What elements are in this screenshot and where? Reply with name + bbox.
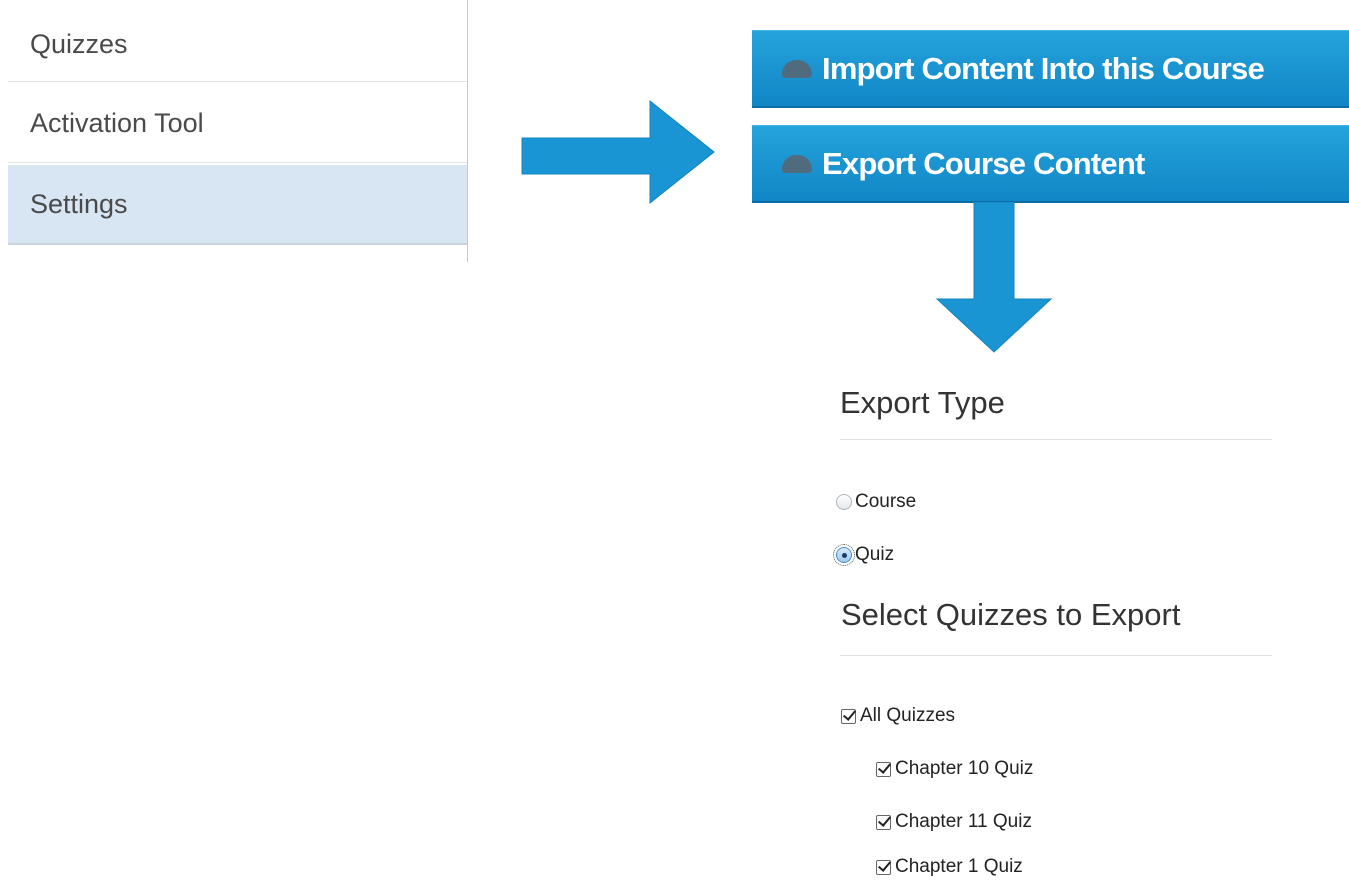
quiz-option[interactable]: Chapter 1 Quiz (876, 853, 1023, 881)
course-nav: Quizzes Activation Tool Settings (8, 0, 468, 262)
all-quizzes-label: All Quizzes (860, 705, 956, 726)
nav-item-quizzes[interactable]: Quizzes (8, 8, 467, 82)
cloud-upload-icon (782, 154, 812, 173)
import-content-label: Import Content Into this Course (822, 50, 1265, 86)
nav-item-settings[interactable]: Settings (8, 165, 467, 245)
course-radio-label: Course (855, 491, 917, 512)
right-arrow-icon (521, 99, 715, 205)
export-type-course-option[interactable]: Course (836, 488, 916, 516)
quiz-checkbox[interactable] (876, 859, 891, 875)
nav-item-activation-tool[interactable]: Activation Tool (8, 85, 467, 163)
quiz-label: Chapter 11 Quiz (895, 811, 1032, 832)
down-arrow-icon (935, 202, 1053, 353)
quiz-radio[interactable] (833, 544, 855, 566)
nav-item-label: Settings (30, 188, 128, 219)
divider (840, 655, 1272, 656)
all-quizzes-option[interactable]: All Quizzes (841, 702, 955, 730)
import-content-button[interactable]: Import Content Into this Course (752, 30, 1349, 108)
all-quizzes-checkbox[interactable] (841, 708, 856, 724)
export-course-content-button[interactable]: Export Course Content (752, 125, 1349, 203)
select-quizzes-heading: Select Quizzes to Export (841, 597, 1181, 632)
quiz-checkbox[interactable] (876, 761, 891, 777)
quiz-label: Chapter 10 Quiz (895, 758, 1034, 779)
quiz-radio-label: Quiz (855, 544, 895, 565)
divider (840, 439, 1272, 440)
course-radio[interactable] (836, 494, 852, 510)
cloud-download-icon (782, 59, 812, 78)
quiz-option[interactable]: Chapter 11 Quiz (876, 808, 1032, 836)
quiz-label: Chapter 1 Quiz (895, 856, 1023, 877)
export-type-quiz-option[interactable]: Quiz (833, 541, 895, 569)
export-course-content-label: Export Course Content (822, 145, 1145, 181)
quiz-option[interactable]: Chapter 10 Quiz (876, 755, 1033, 783)
quiz-checkbox[interactable] (876, 814, 891, 830)
nav-item-label: Activation Tool (30, 108, 204, 138)
export-type-heading: Export Type (840, 385, 1005, 420)
nav-item-label: Quizzes (30, 29, 128, 59)
